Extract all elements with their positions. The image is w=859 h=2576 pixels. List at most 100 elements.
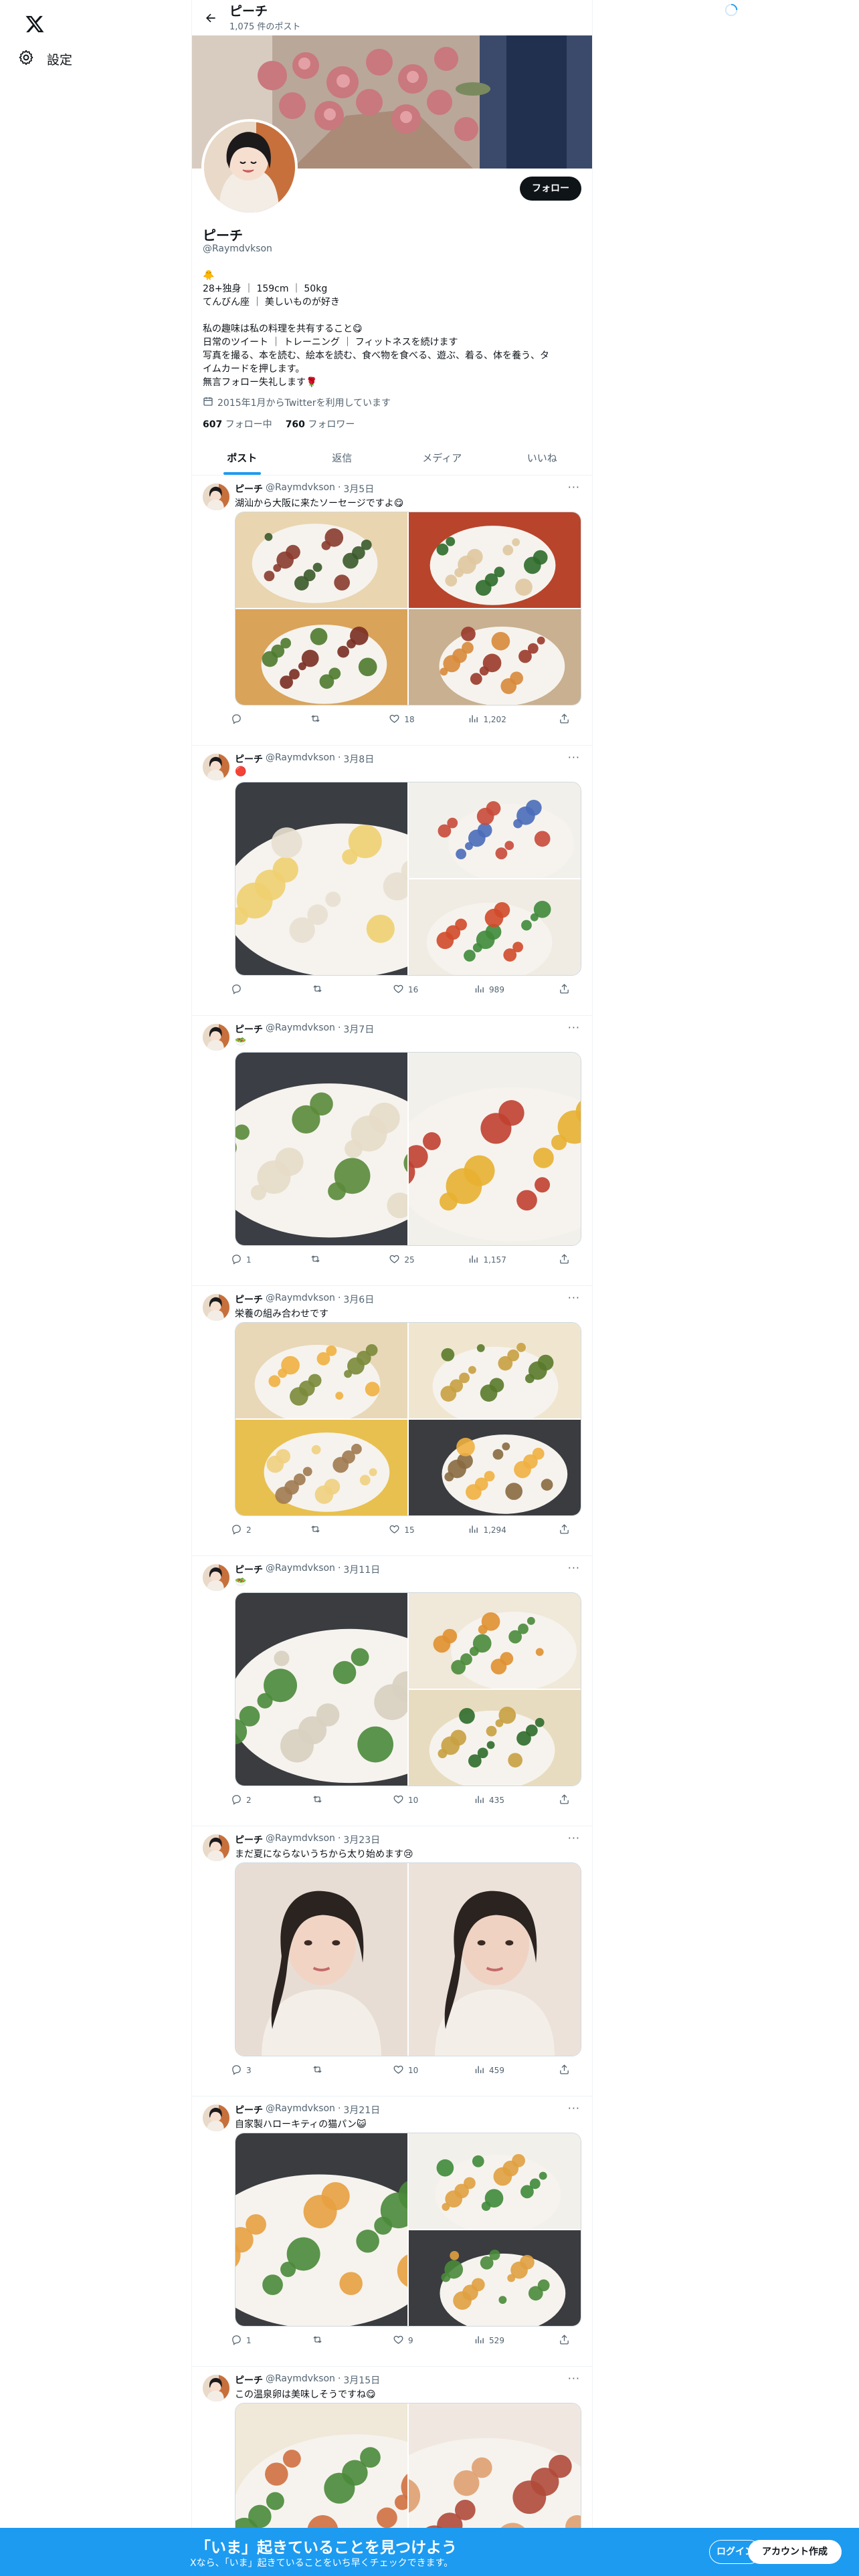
retweet-button[interactable] bbox=[310, 1253, 337, 1267]
tweet-photo[interactable] bbox=[235, 1053, 407, 1245]
tweet-photo[interactable] bbox=[409, 1053, 581, 1245]
tweet[interactable]: ピーチ @Raymdvkson · 3月5日 ··· 湖汕から大阪に来たソーセー… bbox=[192, 475, 592, 746]
tweet-photo[interactable] bbox=[409, 512, 581, 608]
tweet-date[interactable]: 3月7日 bbox=[343, 1023, 374, 1036]
tweet-photo[interactable] bbox=[235, 1420, 407, 1515]
reply-button[interactable]: 2 bbox=[231, 1794, 258, 1807]
reply-button[interactable]: 3 bbox=[231, 2064, 258, 2077]
share-button[interactable] bbox=[559, 983, 585, 996]
tweet-avatar[interactable] bbox=[203, 1024, 229, 1051]
retweet-button[interactable] bbox=[310, 713, 337, 726]
tweet[interactable]: ピーチ @Raymdvkson · 3月7日 ··· 🥗 1 25 1,157 bbox=[192, 1016, 592, 1286]
tweet[interactable]: ピーチ @Raymdvkson · 3月6日 ··· 栄養の組み合わせです 2 … bbox=[192, 1286, 592, 1556]
x-logo-icon[interactable] bbox=[17, 7, 52, 41]
tweet-photo[interactable] bbox=[409, 1420, 581, 1515]
tweet-author-name[interactable]: ピーチ bbox=[235, 1023, 263, 1036]
create-account-button[interactable]: アカウント作成 bbox=[748, 2540, 842, 2564]
tweet-author-name[interactable]: ピーチ bbox=[235, 1293, 263, 1306]
tweet[interactable]: ピーチ @Raymdvkson · 3月21日 ··· 自家製ハローキティの猫パ… bbox=[192, 2097, 592, 2367]
reply-button[interactable] bbox=[231, 713, 258, 726]
like-button[interactable]: 10 bbox=[393, 2064, 419, 2077]
more-options-icon[interactable]: ··· bbox=[568, 1291, 580, 1304]
settings-nav-item[interactable]: 設定 bbox=[17, 44, 72, 74]
tweet-author-name[interactable]: ピーチ bbox=[235, 752, 263, 766]
tweet-author-handle[interactable]: @Raymdvkson bbox=[266, 1023, 335, 1036]
tweet-photo[interactable] bbox=[235, 2133, 407, 2326]
like-button[interactable]: 10 bbox=[393, 1794, 419, 1807]
tweet-avatar[interactable] bbox=[203, 2375, 229, 2401]
tweet-author-name[interactable]: ピーチ bbox=[235, 2373, 263, 2387]
tweet-date[interactable]: 3月6日 bbox=[343, 1293, 374, 1306]
followers-link[interactable]: 760 フォロワー bbox=[286, 417, 355, 431]
tweet-date[interactable]: 3月21日 bbox=[343, 2103, 380, 2117]
tweet-date[interactable]: 3月5日 bbox=[343, 482, 374, 496]
tweet-author-handle[interactable]: @Raymdvkson bbox=[266, 482, 335, 496]
tweet-author-handle[interactable]: @Raymdvkson bbox=[266, 752, 335, 766]
reply-button[interactable]: 2 bbox=[231, 1523, 258, 1537]
tweet[interactable]: ピーチ @Raymdvkson · 3月15日 ··· この温泉卵は美味しそうで… bbox=[192, 2367, 592, 2576]
profile-avatar[interactable] bbox=[201, 119, 298, 215]
like-button[interactable]: 15 bbox=[389, 1523, 415, 1537]
tab-posts[interactable]: ポスト bbox=[192, 440, 292, 475]
tab-media[interactable]: メディア bbox=[392, 440, 492, 475]
following-link[interactable]: 607 フォロー中 bbox=[203, 417, 272, 431]
share-button[interactable] bbox=[559, 1523, 585, 1537]
retweet-button[interactable] bbox=[312, 2064, 339, 2077]
more-options-icon[interactable]: ··· bbox=[568, 481, 580, 494]
more-options-icon[interactable]: ··· bbox=[568, 1021, 580, 1034]
tweet-photo[interactable] bbox=[409, 1323, 581, 1418]
tweet-photo[interactable] bbox=[409, 609, 581, 705]
tweet-avatar[interactable] bbox=[203, 2105, 229, 2131]
views-button[interactable]: 529 bbox=[474, 2334, 504, 2347]
tweet-author-name[interactable]: ピーチ bbox=[235, 482, 263, 496]
like-button[interactable]: 25 bbox=[389, 1253, 415, 1267]
share-button[interactable] bbox=[559, 1253, 585, 1267]
share-button[interactable] bbox=[559, 1794, 585, 1807]
more-options-icon[interactable]: ··· bbox=[568, 2372, 580, 2385]
reply-button[interactable]: 1 bbox=[231, 2334, 258, 2347]
more-options-icon[interactable]: ··· bbox=[568, 751, 580, 764]
reply-button[interactable]: 1 bbox=[231, 1253, 258, 1267]
retweet-button[interactable] bbox=[310, 1523, 337, 1537]
share-button[interactable] bbox=[559, 2064, 585, 2077]
tab-replies[interactable]: 返信 bbox=[292, 440, 393, 475]
tweet-photo[interactable] bbox=[409, 879, 581, 975]
follow-button[interactable]: フォロー bbox=[520, 177, 581, 201]
tweet-avatar[interactable] bbox=[203, 1564, 229, 1591]
tweet-author-handle[interactable]: @Raymdvkson bbox=[266, 1833, 335, 1846]
tweet-author-name[interactable]: ピーチ bbox=[235, 2103, 263, 2117]
tweet[interactable]: ピーチ @Raymdvkson · 3月11日 ··· 🥗 2 10 435 bbox=[192, 1556, 592, 1826]
retweet-button[interactable] bbox=[312, 2334, 339, 2347]
tweet-avatar[interactable] bbox=[203, 1834, 229, 1861]
tweet-photo[interactable] bbox=[409, 1863, 581, 2056]
tweet-photo[interactable] bbox=[409, 2230, 581, 2326]
tweet-date[interactable]: 3月23日 bbox=[343, 1833, 380, 1846]
tweet-author-handle[interactable]: @Raymdvkson bbox=[266, 2103, 335, 2117]
tweet-photo[interactable] bbox=[235, 512, 407, 608]
tweet-photo[interactable] bbox=[235, 1863, 407, 2056]
tweet-date[interactable]: 3月11日 bbox=[343, 1563, 380, 1576]
views-button[interactable]: 459 bbox=[474, 2064, 504, 2077]
tweet-author-name[interactable]: ピーチ bbox=[235, 1833, 263, 1846]
tweet[interactable]: ピーチ @Raymdvkson · 3月8日 ··· 🔴 16 989 bbox=[192, 746, 592, 1016]
views-button[interactable]: 989 bbox=[474, 983, 504, 996]
tweet-author-handle[interactable]: @Raymdvkson bbox=[266, 1293, 335, 1306]
like-button[interactable]: 16 bbox=[393, 983, 419, 996]
tweet-photo[interactable] bbox=[409, 2133, 581, 2229]
tweet-photo[interactable] bbox=[235, 609, 407, 705]
tweet-date[interactable]: 3月8日 bbox=[343, 752, 374, 766]
views-button[interactable]: 435 bbox=[474, 1794, 504, 1807]
like-button[interactable]: 9 bbox=[393, 2334, 419, 2347]
more-options-icon[interactable]: ··· bbox=[568, 1832, 580, 1844]
tweet-photo[interactable] bbox=[409, 1593, 581, 1689]
views-button[interactable]: 1,202 bbox=[468, 713, 506, 726]
tab-likes[interactable]: いいね bbox=[492, 440, 593, 475]
tweet-date[interactable]: 3月15日 bbox=[343, 2373, 380, 2387]
tweet-avatar[interactable] bbox=[203, 484, 229, 510]
share-button[interactable] bbox=[559, 2334, 585, 2347]
retweet-button[interactable] bbox=[312, 983, 339, 996]
tweet-author-name[interactable]: ピーチ bbox=[235, 1563, 263, 1576]
tweet-photo[interactable] bbox=[235, 782, 407, 975]
tweet-photo[interactable] bbox=[409, 782, 581, 878]
tweet-author-handle[interactable]: @Raymdvkson bbox=[266, 2373, 335, 2387]
